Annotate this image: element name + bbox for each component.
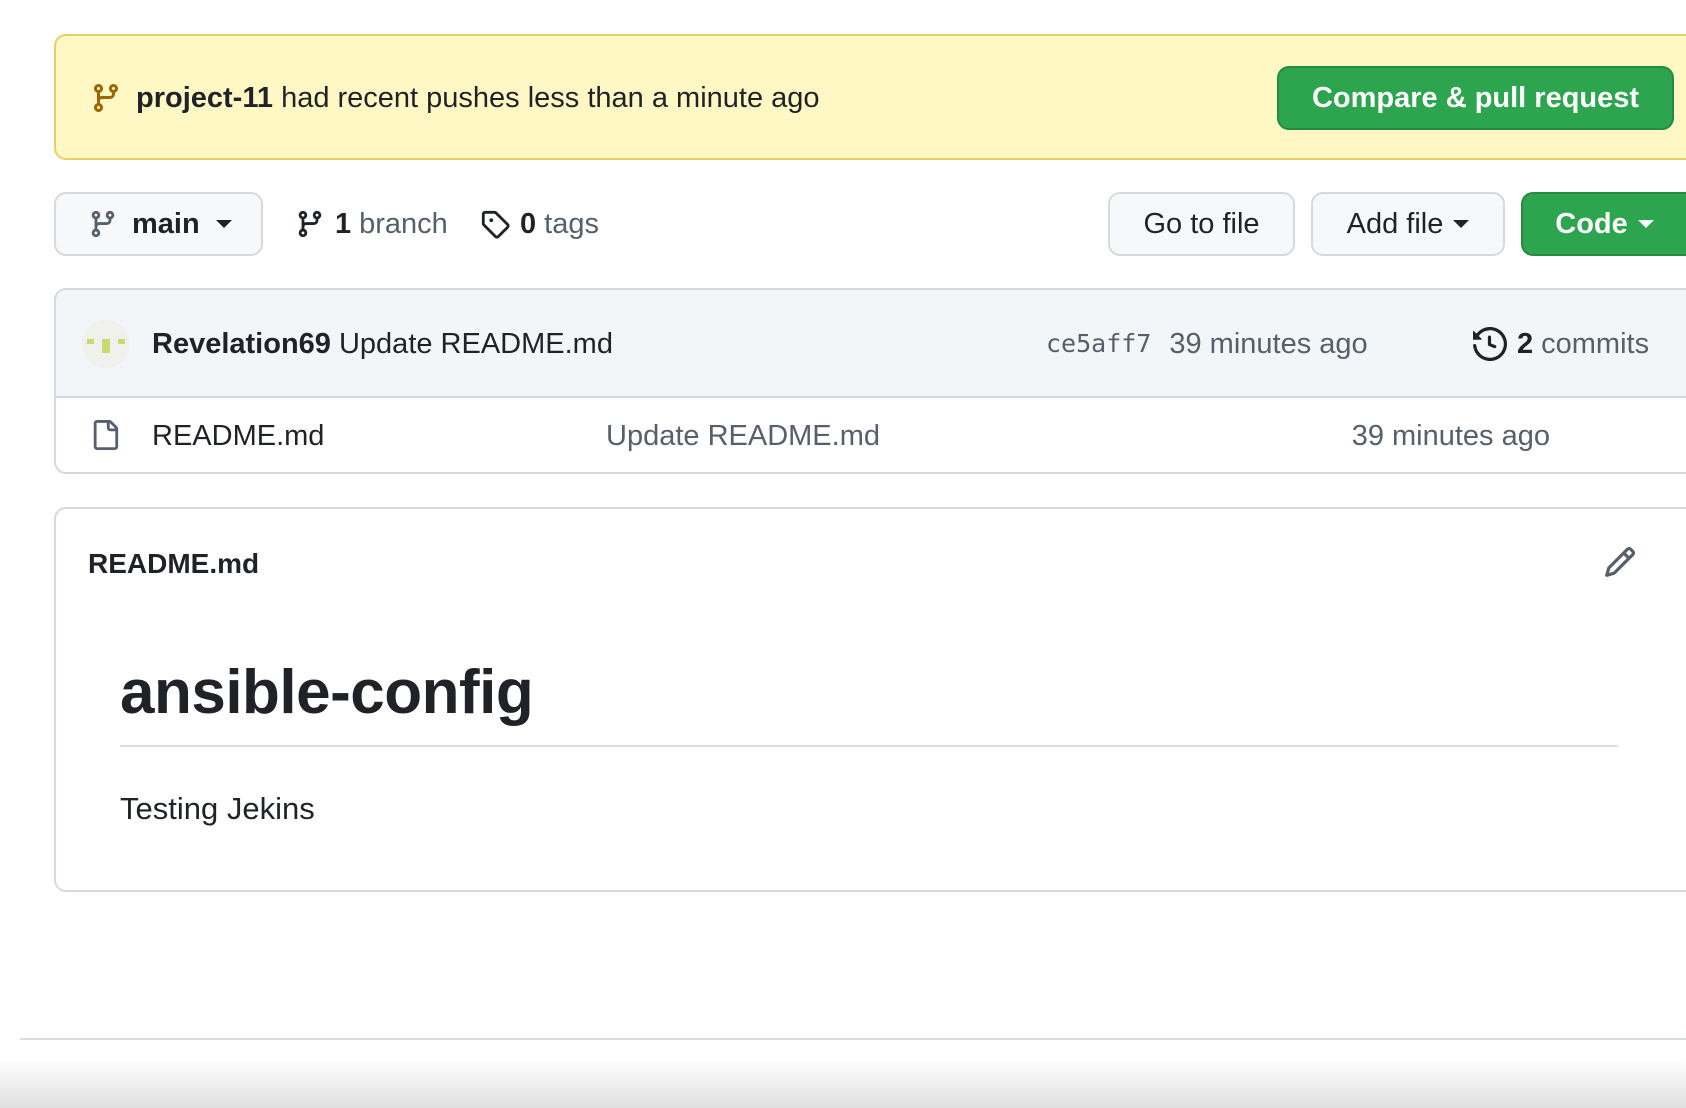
branch-count-label: branch xyxy=(359,207,448,240)
git-branch-icon xyxy=(298,210,322,238)
recent-pushes-message: project-11 had recent pushes less than a… xyxy=(136,80,820,116)
add-file-button[interactable]: Add file xyxy=(1311,192,1505,256)
tags-link[interactable]: 0 tags xyxy=(480,192,599,256)
commit-age: 39 minutes ago xyxy=(1169,328,1368,360)
file-list: Revelation69 Update README.md ce5aff7 39… xyxy=(54,288,1686,474)
git-branch-icon xyxy=(91,210,115,238)
commit-count-label: commits xyxy=(1541,328,1650,360)
repository-page: project-11 had recent pushes less than a… xyxy=(0,0,1686,1108)
tag-count-label: tags xyxy=(544,207,599,240)
code-button-label: Code xyxy=(1555,207,1628,240)
bottom-shadow xyxy=(0,1060,1686,1108)
chevron-down-icon xyxy=(215,220,232,228)
add-file-label: Add file xyxy=(1346,207,1444,240)
latest-commit-row: Revelation69 Update README.md ce5aff7 39… xyxy=(56,290,1686,398)
commit-message-link[interactable]: Update README.md xyxy=(339,328,613,360)
commits-history-link[interactable]: 2 commits xyxy=(1473,326,1649,362)
branch-count: 1 xyxy=(335,207,352,240)
readme-heading: ansible-config xyxy=(120,658,534,727)
pencil-icon[interactable] xyxy=(1603,545,1637,579)
commit-info: ce5aff7 39 minutes ago xyxy=(1046,326,1368,362)
readme-title: README.md xyxy=(88,548,260,579)
file-name-link[interactable]: README.md xyxy=(152,418,324,454)
commit-author-link[interactable]: Revelation69 xyxy=(152,328,331,360)
heading-divider xyxy=(120,745,1618,747)
code-button[interactable]: Code xyxy=(1521,192,1686,256)
tag-icon xyxy=(481,210,510,239)
branch-selector[interactable]: main xyxy=(54,192,263,256)
file-commit-message-link[interactable]: Update README.md xyxy=(606,418,880,454)
commit-count: 2 xyxy=(1517,328,1534,360)
branches-link[interactable]: 1 branch xyxy=(295,192,448,256)
go-to-file-button[interactable]: Go to file xyxy=(1108,192,1295,256)
chevron-down-icon xyxy=(1453,220,1470,228)
latest-commit-message: Revelation69 Update README.md xyxy=(152,326,613,362)
file-age: 39 minutes ago xyxy=(1351,420,1550,452)
recent-pushes-banner: project-11 had recent pushes less than a… xyxy=(54,34,1686,160)
chevron-down-icon xyxy=(1637,220,1654,228)
readme-panel: README.md ansible-config Testing Jekins xyxy=(54,507,1686,892)
avatar[interactable] xyxy=(82,320,130,368)
tag-count: 0 xyxy=(520,207,537,240)
readme-body: Testing Jekins xyxy=(120,791,315,826)
commit-sha-link[interactable]: ce5aff7 xyxy=(1046,326,1151,362)
file-row[interactable]: README.md Update README.md 39 minutes ag… xyxy=(56,398,1686,472)
pushed-branch-link[interactable]: project-11 xyxy=(136,82,273,114)
current-branch-label: main xyxy=(132,207,200,240)
git-branch-icon xyxy=(93,84,118,113)
file-icon xyxy=(93,420,119,450)
footer-divider xyxy=(20,1038,1686,1040)
recent-pushes-text: had recent pushes less than a minute ago xyxy=(281,82,820,114)
history-icon xyxy=(1473,327,1507,361)
compare-pull-request-button[interactable]: Compare & pull request xyxy=(1277,66,1674,130)
